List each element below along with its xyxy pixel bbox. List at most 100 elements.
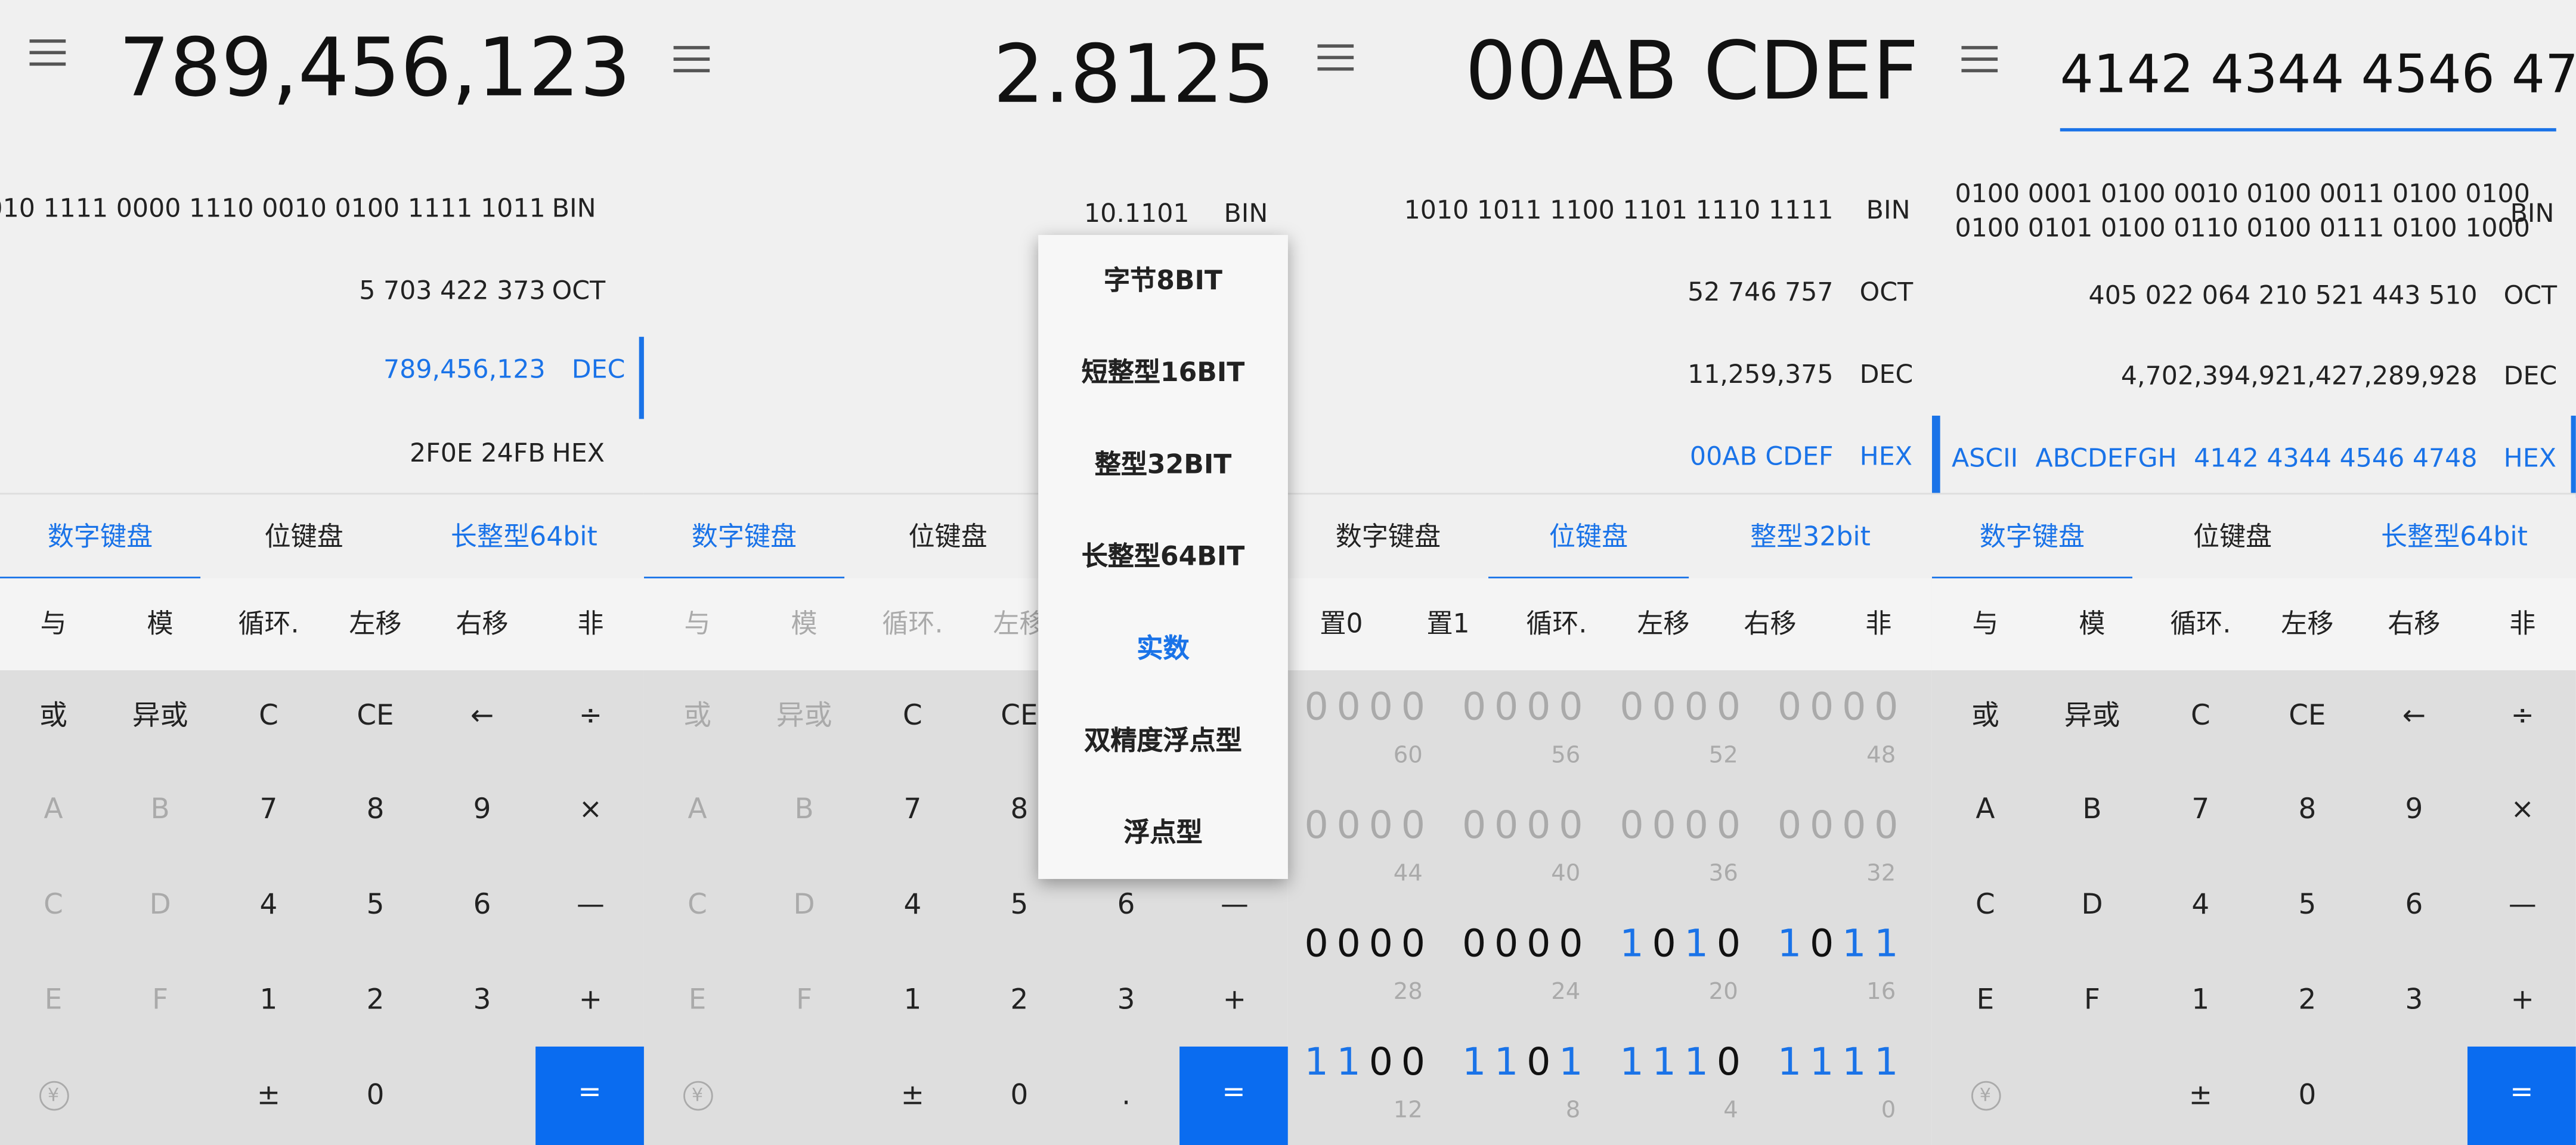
rotate-key[interactable]: 循环. xyxy=(215,578,322,670)
key-9[interactable]: 9 xyxy=(2361,764,2467,858)
key-8[interactable]: 8 xyxy=(322,764,429,858)
key-b[interactable]: B xyxy=(751,764,857,858)
clear-entry-key[interactable]: CE xyxy=(2254,670,2361,764)
key-f[interactable]: F xyxy=(751,955,857,1048)
key-0[interactable]: 0 xyxy=(322,1050,429,1143)
or-key[interactable]: 或 xyxy=(644,670,751,764)
menu-item-long-64bit[interactable]: 长整型64BIT xyxy=(1038,511,1288,603)
bit-nibble[interactable]: 1010 20 xyxy=(1603,907,1748,1025)
key-4[interactable]: 4 xyxy=(859,859,966,953)
tab-bit-keyboard[interactable]: 位键盘 xyxy=(204,494,404,580)
key-1[interactable]: 1 xyxy=(215,955,322,1048)
oct-row[interactable]: 52 746 757 OCT xyxy=(1288,259,1932,325)
bit-nibble[interactable]: 1110 4 xyxy=(1603,1025,1748,1143)
key-6[interactable]: 6 xyxy=(2361,859,2467,953)
clear-entry-key[interactable]: CE xyxy=(322,670,429,764)
key-f[interactable]: F xyxy=(2039,955,2145,1048)
tab-bit-keyboard[interactable]: 位键盘 xyxy=(2132,494,2333,580)
tab-number-keyboard[interactable]: 数字键盘 xyxy=(0,494,201,580)
multiply-key[interactable]: × xyxy=(2469,764,2576,858)
key-0[interactable]: 0 xyxy=(966,1050,1073,1143)
key-e[interactable]: E xyxy=(644,955,751,1048)
mod-key[interactable]: 模 xyxy=(107,578,213,670)
equals-button[interactable]: = xyxy=(535,1046,644,1145)
menu-item-real[interactable]: 实数 xyxy=(1038,603,1288,695)
key-0[interactable]: 0 xyxy=(2254,1050,2361,1143)
hex-row[interactable]: ASCII ABCDEFGH 4142 4344 4546 4748 HEX xyxy=(1931,416,2576,498)
plus-key[interactable]: + xyxy=(2469,955,2576,1048)
bit-nibble[interactable]: 1111 0 xyxy=(1761,1025,1905,1143)
and-key[interactable]: 与 xyxy=(644,578,751,670)
key-7[interactable]: 7 xyxy=(859,764,966,858)
set-zero-key[interactable]: 置0 xyxy=(1288,578,1395,670)
key-5[interactable]: 5 xyxy=(2254,859,2361,953)
key-d[interactable]: D xyxy=(2039,859,2145,953)
key-4[interactable]: 4 xyxy=(2147,859,2254,953)
tab-bit-keyboard[interactable]: 位键盘 xyxy=(848,494,1048,580)
menu-icon[interactable] xyxy=(673,46,710,73)
tab-type-select[interactable]: 长整型64bit xyxy=(2354,494,2555,580)
backspace-key[interactable]: ← xyxy=(2361,670,2467,764)
key-1[interactable]: 1 xyxy=(859,955,966,1048)
key-5[interactable]: 5 xyxy=(322,859,429,953)
or-key[interactable]: 或 xyxy=(1932,670,2039,764)
negate-key[interactable]: ± xyxy=(215,1050,322,1143)
decimal-key[interactable]: . xyxy=(1073,1050,1179,1143)
menu-item-double[interactable]: 双精度浮点型 xyxy=(1038,695,1288,787)
and-key[interactable]: 与 xyxy=(0,578,107,670)
key-7[interactable]: 7 xyxy=(2147,764,2254,858)
menu-icon[interactable] xyxy=(1961,46,1998,73)
equals-button[interactable]: = xyxy=(2467,1046,2576,1145)
not-key[interactable]: 非 xyxy=(537,578,644,670)
key-2[interactable]: 2 xyxy=(966,955,1073,1048)
currency-icon[interactable]: ¥ xyxy=(0,1050,107,1143)
clear-key[interactable]: C xyxy=(2147,670,2254,764)
key-b[interactable]: B xyxy=(2039,764,2145,858)
key-2[interactable]: 2 xyxy=(2254,955,2361,1048)
bin-row[interactable]: 0100 0001 0100 0010 0100 0011 0100 0100 … xyxy=(1932,178,2576,250)
bit-nibble[interactable]: 0000 60 xyxy=(1288,670,1432,788)
key-4[interactable]: 4 xyxy=(215,859,322,953)
tab-number-keyboard[interactable]: 数字键盘 xyxy=(643,494,845,580)
xor-key[interactable]: 异或 xyxy=(751,670,857,764)
dec-row[interactable]: 789,456,123 DEC xyxy=(0,336,644,419)
key-a[interactable]: A xyxy=(1932,764,2039,858)
key-a[interactable]: A xyxy=(644,764,751,858)
oct-row[interactable]: 405 022 064 210 521 443 510 OCT xyxy=(1932,263,2576,329)
hex-row[interactable]: 2F0E 24FB HEX xyxy=(0,420,644,486)
clear-key[interactable]: C xyxy=(215,670,322,764)
negate-key[interactable]: ± xyxy=(859,1050,966,1143)
key-b[interactable]: B xyxy=(107,764,213,858)
plus-key[interactable]: + xyxy=(537,955,644,1048)
menu-icon[interactable] xyxy=(29,39,66,66)
bin-row[interactable]: 1010 1011 1100 1101 1110 1111 BIN xyxy=(1288,178,1932,243)
shift-right-key[interactable]: 右移 xyxy=(2361,578,2467,670)
plus-key[interactable]: + xyxy=(1181,955,1288,1048)
key-7[interactable]: 7 xyxy=(215,764,322,858)
key-3[interactable]: 3 xyxy=(2361,955,2467,1048)
menu-item-short-16bit[interactable]: 短整型16BIT xyxy=(1038,327,1288,419)
shift-left-key[interactable]: 左移 xyxy=(1610,578,1717,670)
mod-key[interactable]: 模 xyxy=(2039,578,2145,670)
bit-nibble[interactable]: 0000 24 xyxy=(1445,907,1590,1025)
bit-nibble[interactable]: 1101 8 xyxy=(1445,1025,1590,1143)
tab-bit-keyboard[interactable]: 位键盘 xyxy=(1488,494,1689,580)
tab-number-keyboard[interactable]: 数字键盘 xyxy=(1288,494,1488,580)
bit-nibble[interactable]: 0000 44 xyxy=(1288,788,1432,906)
minus-key[interactable]: — xyxy=(2469,859,2576,953)
bit-nibble[interactable]: 1011 16 xyxy=(1761,907,1905,1025)
key-c[interactable]: C xyxy=(1932,859,2039,953)
bit-nibble[interactable]: 0000 56 xyxy=(1445,670,1590,788)
key-c[interactable]: C xyxy=(0,859,107,953)
key-c[interactable]: C xyxy=(644,859,751,953)
mod-key[interactable]: 模 xyxy=(751,578,857,670)
currency-icon[interactable]: ¥ xyxy=(644,1050,751,1143)
equals-button[interactable]: = xyxy=(1179,1046,1288,1145)
dec-row[interactable]: 4,702,394,921,427,289,928 DEC xyxy=(1932,344,2576,409)
rotate-key[interactable]: 循环. xyxy=(859,578,966,670)
key-e[interactable]: E xyxy=(1932,955,2039,1048)
menu-icon[interactable] xyxy=(1317,44,1354,71)
divide-key[interactable]: ÷ xyxy=(537,670,644,764)
bit-nibble[interactable]: 0000 52 xyxy=(1603,670,1748,788)
shift-left-key[interactable]: 左移 xyxy=(322,578,429,670)
